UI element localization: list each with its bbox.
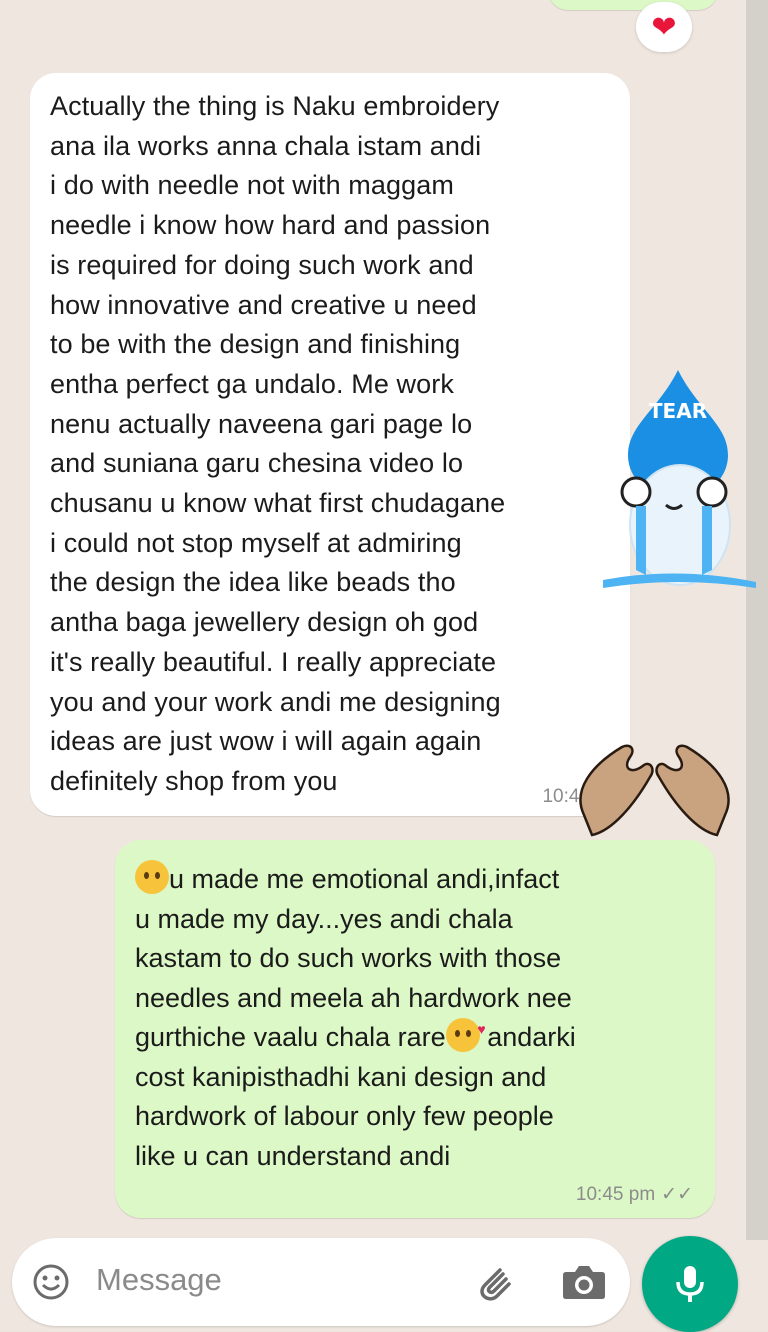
tear-label: TEAR	[649, 399, 707, 423]
mic-button[interactable]	[642, 1236, 738, 1332]
outgoing-message-meta: 10:45 pm ✓✓	[576, 1183, 693, 1206]
outgoing-message-bubble[interactable]: u made me emotional andi,infact u made m…	[115, 840, 715, 1218]
outgoing-line: u made me emotional andi,infact	[135, 860, 700, 900]
attach-icon[interactable]	[470, 1258, 518, 1306]
heart-icon: ❤	[651, 9, 677, 45]
outgoing-line: gurthiche vaalu chala rare andarki	[135, 1010, 700, 1058]
outgoing-line: cost kanipisthadhi kani design and	[135, 1061, 547, 1092]
outgoing-line: like u can understand andi	[135, 1140, 451, 1171]
message-input[interactable]: Message	[12, 1238, 630, 1326]
outgoing-message-time: 10:45 pm	[575, 1184, 656, 1205]
previous-outgoing-bubble[interactable]	[548, 0, 718, 10]
outgoing-message-text: u made me emotional andi,infact u made m…	[135, 860, 700, 1176]
incoming-message-text: Actually the thing is Naku embroidery an…	[50, 91, 506, 796]
incoming-message-bubble[interactable]: Actually the thing is Naku embroidery an…	[30, 73, 630, 816]
outgoing-line: kastam to do such works with those	[135, 943, 562, 973]
camera-icon[interactable]	[560, 1260, 608, 1304]
outgoing-line: hardwork of labour only few people	[135, 1101, 554, 1131]
tear-sticker[interactable]: TEAR	[598, 370, 758, 600]
message-placeholder: Message	[96, 1262, 222, 1297]
mic-icon	[676, 1266, 704, 1302]
outgoing-line: u made my day...yes andi chala	[135, 903, 513, 934]
read-ticks-icon: ✓✓	[661, 1184, 693, 1205]
heart-hands-sticker[interactable]	[572, 735, 737, 845]
emoji-icon[interactable]	[32, 1263, 70, 1301]
smiling-face-with-hearts-emoji-icon	[445, 1010, 486, 1052]
outgoing-line: needles and meela ah hardwork nee	[135, 982, 572, 1013]
screen-edge	[746, 0, 768, 1331]
heart-reaction[interactable]: ❤	[636, 2, 692, 52]
pleading-face-emoji-icon	[135, 860, 169, 894]
